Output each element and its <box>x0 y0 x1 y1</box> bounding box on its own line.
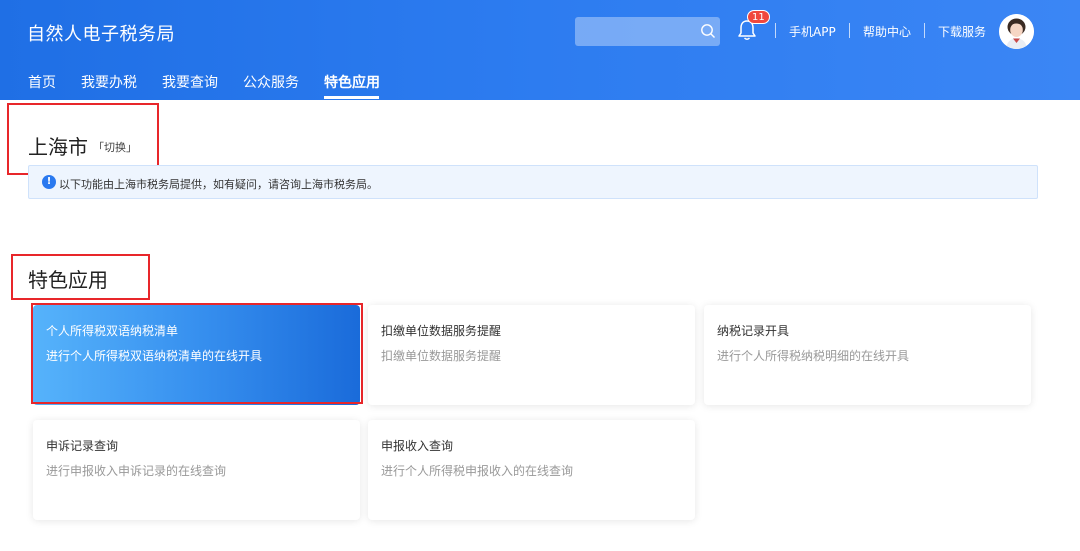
divider <box>924 23 925 38</box>
nav-home[interactable]: 首页 <box>28 72 56 92</box>
notice-text: 以下功能由上海市税务局提供，如有疑问，请咨询上海市税务局。 <box>59 178 378 191</box>
highlight-box <box>31 303 363 404</box>
mobile-app-link[interactable]: 手机APP <box>789 23 836 40</box>
card-desc: 进行个人所得税纳税明细的在线开具 <box>717 349 910 363</box>
nav-featured-apps[interactable]: 特色应用 <box>324 72 380 92</box>
feature-card-tax-record[interactable]: 纳税记录开具 进行个人所得税纳税明细的在线开具 <box>704 305 1031 405</box>
download-service-link[interactable]: 下载服务 <box>938 23 986 40</box>
divider <box>849 23 850 38</box>
card-title: 申报收入查询 <box>381 439 454 453</box>
card-desc: 进行申报收入申诉记录的在线查询 <box>46 464 227 478</box>
card-desc: 扣缴单位数据服务提醒 <box>381 349 502 363</box>
info-icon: ! <box>42 175 56 189</box>
highlight-box <box>11 254 150 300</box>
nav-public-service[interactable]: 公众服务 <box>243 72 299 92</box>
feature-card-income-query[interactable]: 申报收入查询 进行个人所得税申报收入的在线查询 <box>368 420 695 520</box>
avatar[interactable] <box>999 14 1034 49</box>
divider <box>775 23 776 38</box>
notification-badge: 11 <box>747 10 770 24</box>
card-desc: 进行个人所得税申报收入的在线查询 <box>381 464 574 478</box>
feature-card-withholding-reminder[interactable]: 扣缴单位数据服务提醒 扣缴单位数据服务提醒 <box>368 305 695 405</box>
notice-banner: ! 以下功能由上海市税务局提供，如有疑问，请咨询上海市税务局。 <box>28 165 1038 199</box>
card-title: 申诉记录查询 <box>46 439 119 453</box>
feature-card-appeal-query[interactable]: 申诉记录查询 进行申报收入申诉记录的在线查询 <box>33 420 360 520</box>
search-box[interactable] <box>575 17 720 46</box>
search-icon[interactable] <box>700 23 716 39</box>
card-title: 扣缴单位数据服务提醒 <box>381 324 502 338</box>
help-center-link[interactable]: 帮助中心 <box>863 23 911 40</box>
search-input[interactable] <box>575 17 693 46</box>
nav-query[interactable]: 我要查询 <box>162 72 218 92</box>
nav-tax-handling[interactable]: 我要办税 <box>81 72 137 92</box>
nav-active-indicator <box>324 96 379 99</box>
card-title: 纳税记录开具 <box>717 324 790 338</box>
top-header: 自然人电子税务局 11 手机APP 帮助中心 下载服务 首页 我要办税 我要查询… <box>0 0 1080 100</box>
app-title[interactable]: 自然人电子税务局 <box>27 20 175 46</box>
